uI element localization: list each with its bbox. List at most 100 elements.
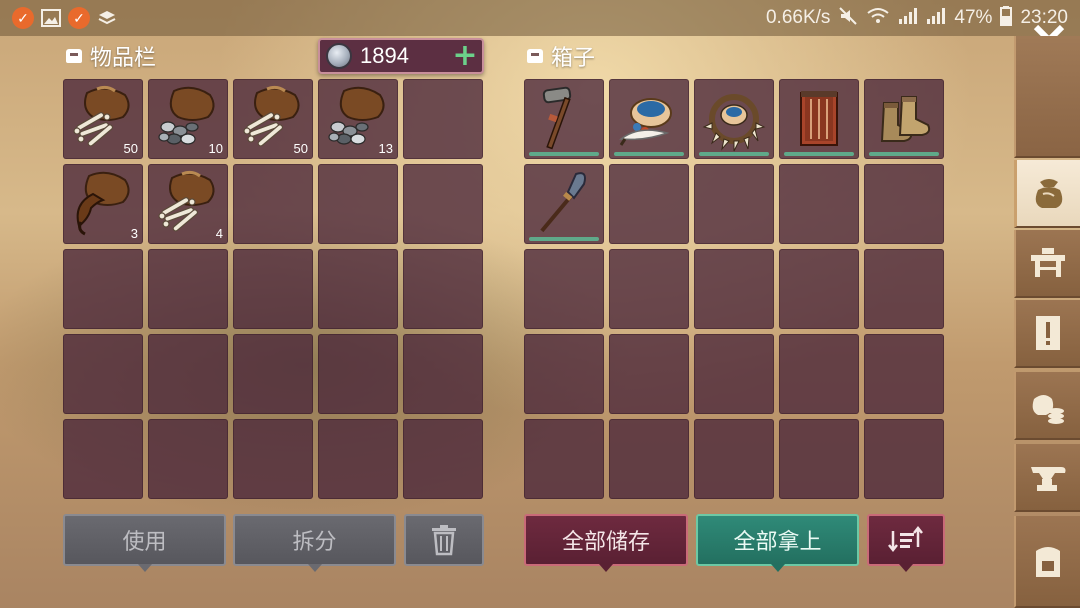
inventory-slot[interactable]: 50 (63, 79, 143, 159)
box-slot[interactable] (609, 249, 689, 329)
box-slot[interactable] (779, 79, 859, 159)
box-slot[interactable] (864, 164, 944, 244)
sidebar-tab-quests[interactable] (1014, 300, 1080, 368)
anvil-icon (1031, 467, 1066, 491)
currency-display: 1894 + (318, 38, 484, 74)
box-slot[interactable] (524, 334, 604, 414)
item-quantity: 4 (215, 226, 223, 241)
inventory-slot[interactable] (318, 249, 398, 329)
box-slot[interactable] (779, 164, 859, 244)
box-slot[interactable] (694, 334, 774, 414)
quest-scroll-icon (1036, 316, 1060, 350)
split-button-label: 拆分 (292, 530, 337, 555)
inventory-slot[interactable] (318, 419, 398, 499)
use-button[interactable]: 使用 (63, 514, 226, 572)
status-bar: ✓ ✓ 0.66K/s 47% 23:20 (0, 0, 1080, 36)
inventory-slot[interactable] (233, 249, 313, 329)
box-slot[interactable] (609, 79, 689, 159)
inventory-slot[interactable]: 13 (318, 79, 398, 159)
box-slot[interactable] (524, 419, 604, 499)
item-quantity: 10 (208, 141, 223, 156)
inventory-slot[interactable]: 50 (233, 79, 313, 159)
box-title-label: 箱子 (551, 46, 596, 71)
chest-icon (66, 49, 82, 63)
item-quantity: 50 (123, 141, 138, 156)
silver-coin-icon (326, 43, 352, 69)
inventory-slot[interactable] (148, 419, 228, 499)
inventory-slot[interactable] (233, 164, 313, 244)
inventory-grid: 50 10 50 13 3 4 (63, 79, 483, 499)
take-all-button[interactable]: 全部拿上 (696, 514, 859, 572)
sidebar-tab-resources[interactable] (1014, 372, 1080, 440)
box-slot[interactable] (694, 249, 774, 329)
inventory-slot[interactable] (63, 249, 143, 329)
layers-icon (96, 7, 118, 29)
box-slot[interactable] (694, 164, 774, 244)
box-slot[interactable] (609, 334, 689, 414)
inventory-slot[interactable] (318, 164, 398, 244)
inventory-slot[interactable] (403, 79, 483, 159)
inventory-slot[interactable] (63, 419, 143, 499)
inventory-slot[interactable]: 4 (148, 164, 228, 244)
box-slot[interactable] (779, 334, 859, 414)
box-slot[interactable] (609, 164, 689, 244)
inventory-slot[interactable] (233, 334, 313, 414)
inventory-slot[interactable] (63, 334, 143, 414)
mute-icon (838, 6, 858, 31)
bag-icon (1035, 179, 1062, 208)
inventory-slot[interactable] (403, 249, 483, 329)
add-currency-button[interactable]: + (448, 41, 482, 71)
item-quantity: 3 (130, 226, 138, 241)
app-badge-icon: ✓ (12, 7, 34, 29)
sidebar-tab-bag[interactable] (1014, 160, 1080, 228)
inventory-title: 物品栏 (66, 40, 156, 72)
discard-button[interactable] (404, 514, 484, 566)
box-slot[interactable] (609, 419, 689, 499)
sidebar-tab-workbench[interactable] (1014, 230, 1080, 298)
box-slot[interactable] (694, 419, 774, 499)
take-all-label: 全部拿上 (733, 530, 822, 555)
inventory-slot[interactable] (403, 334, 483, 414)
box-slot[interactable] (864, 419, 944, 499)
store-all-button[interactable]: 全部储存 (524, 514, 688, 572)
box-slot[interactable] (779, 419, 859, 499)
inventory-slot[interactable] (403, 419, 483, 499)
inventory-slot[interactable] (403, 164, 483, 244)
box-slot[interactable] (524, 79, 604, 159)
inventory-title-label: 物品栏 (90, 46, 157, 71)
battery-icon (1000, 5, 1013, 31)
durability-bar (529, 152, 599, 156)
battery-percent: 47% (954, 7, 993, 28)
sidebar-top-panel (1014, 36, 1080, 158)
box-slot[interactable] (524, 249, 604, 329)
box-slot[interactable] (864, 249, 944, 329)
sort-button[interactable] (867, 514, 945, 572)
box-slot[interactable] (694, 79, 774, 159)
box-slot[interactable] (524, 164, 604, 244)
hammer-icon (542, 86, 572, 150)
inventory-slot[interactable]: 3 (63, 164, 143, 244)
sidebar-tab-crafting[interactable] (1014, 444, 1080, 512)
backpack-icon (1036, 547, 1060, 577)
inventory-slot[interactable] (233, 419, 313, 499)
box-slot[interactable] (864, 79, 944, 159)
item-quantity: 13 (378, 141, 393, 156)
inventory-slot[interactable] (148, 334, 228, 414)
resources-icon (1032, 395, 1064, 424)
sidebar-tab-backpack[interactable] (1014, 516, 1080, 608)
sidebar (1014, 36, 1080, 608)
box-slot[interactable] (779, 249, 859, 329)
spear-icon (540, 172, 586, 233)
split-button[interactable]: 拆分 (233, 514, 396, 572)
network-speed: 0.66K/s (765, 7, 831, 28)
app-badge-icon: ✓ (68, 7, 90, 29)
sort-icon (888, 525, 923, 553)
signal-icon (926, 7, 946, 30)
tooth-necklace-icon (702, 94, 766, 152)
box-slot[interactable] (864, 334, 944, 414)
use-button-label: 使用 (122, 530, 167, 555)
inventory-slot[interactable] (148, 249, 228, 329)
inventory-slot[interactable]: 10 (148, 79, 228, 159)
box-grid (524, 79, 944, 499)
inventory-slot[interactable] (318, 334, 398, 414)
